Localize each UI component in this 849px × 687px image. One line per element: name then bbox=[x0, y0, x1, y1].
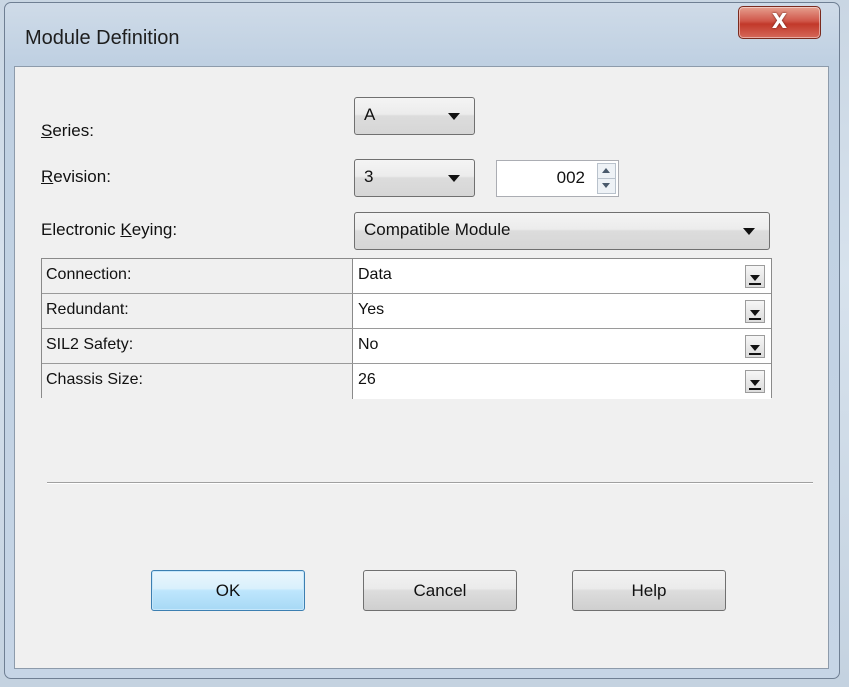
property-value: 26 bbox=[358, 371, 376, 388]
property-name-cell: Chassis Size: bbox=[42, 364, 353, 399]
help-button-label: Help bbox=[631, 581, 667, 600]
electronic-keying-label: Electronic Keying: bbox=[41, 220, 177, 240]
close-icon: X bbox=[771, 9, 788, 33]
ok-button-label: OK bbox=[215, 581, 241, 600]
property-value-cell[interactable]: 26 bbox=[353, 364, 771, 399]
revision-label-text: evision: bbox=[53, 167, 111, 186]
property-value-cell[interactable]: Data bbox=[353, 259, 771, 293]
chevron-down-icon bbox=[448, 113, 460, 120]
dialog-title: Module Definition bbox=[25, 27, 180, 49]
dialog-body: Series: A Revision: 3 002 Electronic Key… bbox=[14, 66, 829, 669]
property-value-cell[interactable]: Yes bbox=[353, 294, 771, 328]
series-label: Series: bbox=[41, 121, 94, 141]
spinner-buttons bbox=[597, 163, 616, 194]
property-value-cell[interactable]: No bbox=[353, 329, 771, 363]
chevron-down-icon bbox=[743, 228, 755, 235]
separator-line bbox=[47, 482, 813, 484]
property-name: SIL2 Safety: bbox=[46, 336, 134, 353]
close-button[interactable]: X bbox=[738, 6, 821, 39]
property-dropdown-button[interactable] bbox=[745, 370, 765, 393]
cancel-button-label: Cancel bbox=[413, 581, 467, 600]
revision-label-access-key: R bbox=[41, 167, 54, 186]
keying-label-prefix: Electronic bbox=[41, 220, 121, 239]
revision-label: Revision: bbox=[41, 167, 111, 187]
ok-button[interactable]: OK bbox=[151, 570, 305, 611]
property-row-chassis-size: Chassis Size: 26 bbox=[42, 364, 771, 399]
property-grid: Connection: Data Redundant: Yes SIL2 Saf… bbox=[41, 258, 772, 399]
property-row-redundant: Redundant: Yes bbox=[42, 294, 771, 329]
electronic-keying-dropdown[interactable]: Compatible Module bbox=[354, 212, 770, 250]
property-value: No bbox=[358, 336, 379, 353]
series-label-access-key: S bbox=[41, 121, 53, 140]
property-row-connection: Connection: Data bbox=[42, 259, 771, 294]
property-name: Redundant: bbox=[46, 301, 129, 318]
property-value: Data bbox=[358, 266, 392, 283]
spinner-down-button[interactable] bbox=[598, 179, 615, 193]
property-dropdown-button[interactable] bbox=[745, 300, 765, 323]
revision-major-value: 3 bbox=[364, 167, 374, 186]
help-button[interactable]: Help bbox=[572, 570, 726, 611]
keying-label-access-key: K bbox=[120, 220, 132, 239]
property-name-cell: Connection: bbox=[42, 259, 353, 293]
property-value: Yes bbox=[358, 301, 385, 318]
arrow-down-icon bbox=[602, 183, 610, 188]
revision-major-dropdown[interactable]: 3 bbox=[354, 159, 475, 197]
property-dropdown-button[interactable] bbox=[745, 335, 765, 358]
property-dropdown-button[interactable] bbox=[745, 265, 765, 288]
series-value: A bbox=[364, 105, 376, 124]
title-bar[interactable]: Module Definition X bbox=[5, 3, 839, 65]
keying-label-text: eying: bbox=[131, 220, 178, 239]
chevron-down-icon bbox=[448, 175, 460, 182]
spinner-up-button[interactable] bbox=[598, 164, 615, 179]
property-name: Connection: bbox=[46, 266, 132, 283]
revision-minor-value: 002 bbox=[556, 168, 585, 187]
cancel-button[interactable]: Cancel bbox=[363, 570, 517, 611]
electronic-keying-value: Compatible Module bbox=[364, 220, 511, 239]
series-label-text: eries: bbox=[52, 121, 94, 140]
arrow-up-icon bbox=[602, 168, 610, 173]
property-name-cell: Redundant: bbox=[42, 294, 353, 328]
series-dropdown[interactable]: A bbox=[354, 97, 475, 135]
property-row-sil2-safety: SIL2 Safety: No bbox=[42, 329, 771, 364]
property-name: Chassis Size: bbox=[46, 371, 143, 388]
property-name-cell: SIL2 Safety: bbox=[42, 329, 353, 363]
module-definition-dialog: Module Definition X Series: A Revision: … bbox=[4, 2, 840, 679]
revision-minor-spinner[interactable]: 002 bbox=[496, 160, 619, 197]
